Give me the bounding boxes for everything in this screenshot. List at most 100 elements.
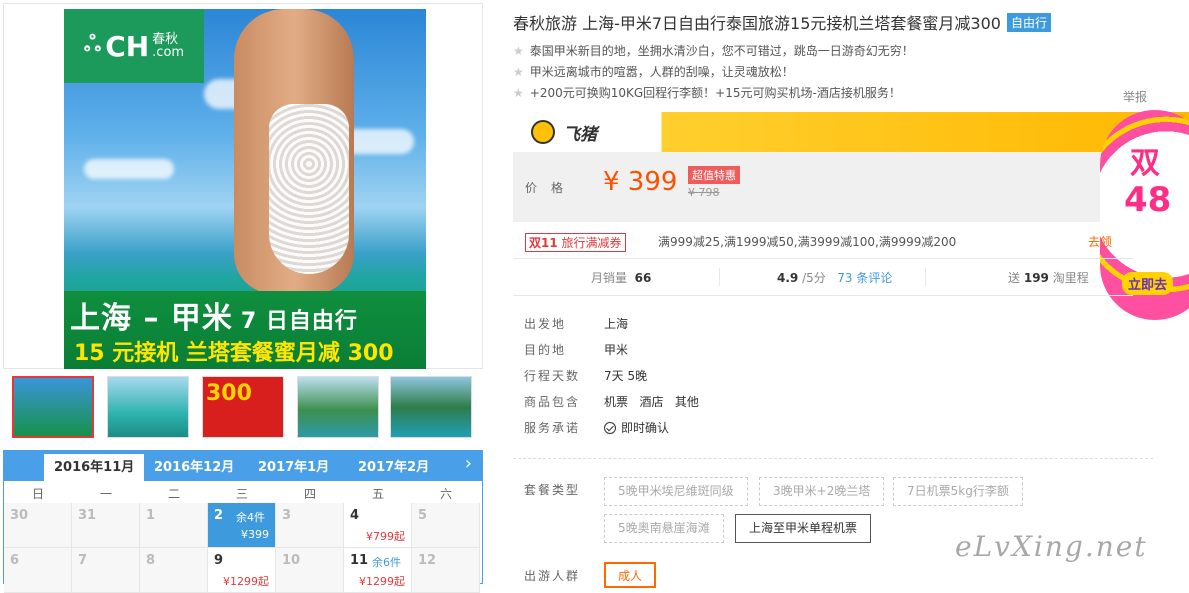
monthly-sales: 月销量 66 bbox=[591, 269, 651, 286]
info-label-service: 服务承诺 bbox=[524, 421, 581, 435]
thumbnail-3-text: 300 bbox=[206, 381, 252, 406]
logo-text: CH bbox=[105, 29, 150, 63]
logo-domain: .com bbox=[152, 45, 185, 60]
feature-text: 泰国甲米新目的地，坐拥水清沙白，您不可错过，跳岛一日游奇幻无穷！ bbox=[529, 44, 914, 58]
brand-logo: ஃ CH 春秋 .com bbox=[64, 9, 204, 83]
calendar-day: 10 bbox=[276, 548, 344, 593]
info-label-destination: 目的地 bbox=[524, 343, 567, 357]
thumbnail-3[interactable]: 300 bbox=[202, 376, 284, 438]
main-product-image[interactable]: ஃ CH 春秋 .com 上海 – 甲米 7 日自由行 15 元接机 兰塔套餐蜜月… bbox=[64, 9, 426, 369]
product-title-text: 春秋旅游 上海-甲米7日自由行泰国旅游15元接机兰塔套餐蜜月减300 bbox=[513, 14, 1001, 33]
day-price: ¥799起 bbox=[366, 530, 405, 543]
day-price: ¥1299起 bbox=[223, 575, 269, 588]
star-icon: ★ bbox=[513, 65, 524, 79]
calendar-day: 31 bbox=[72, 503, 140, 548]
thumbnail-2[interactable] bbox=[107, 376, 189, 438]
chevron-right-icon[interactable]: › bbox=[465, 453, 472, 474]
calendar-day: 12 bbox=[412, 548, 480, 593]
traveler-type-label: 出游人群 bbox=[524, 569, 581, 583]
thumbnail-5[interactable] bbox=[390, 376, 472, 438]
month-tab-2016-12[interactable]: 2016年12月 bbox=[144, 454, 244, 481]
day-number: 2 bbox=[214, 508, 224, 523]
service-text: 即时确认 bbox=[621, 421, 670, 435]
thumbnail-4[interactable] bbox=[297, 376, 379, 438]
month-tab-2017-02[interactable]: 2017年2月 bbox=[348, 454, 439, 481]
mileage-suffix: 淘里程 bbox=[1052, 271, 1089, 285]
traveler-option-adult[interactable]: 成人 bbox=[604, 562, 656, 588]
current-price: ¥ 399 bbox=[603, 167, 678, 197]
reviews-link[interactable]: 73 条评论 bbox=[837, 271, 892, 285]
calendar-day: 7 bbox=[72, 548, 140, 593]
day-number: 9 bbox=[214, 553, 224, 568]
package-option[interactable]: 3晚甲米+2晚兰塔 bbox=[759, 477, 885, 506]
thumbnail-1[interactable] bbox=[12, 376, 94, 438]
month-tab-2016-11[interactable]: 2016年11月 bbox=[44, 454, 145, 481]
package-option[interactable]: 7日机票5kg行李额 bbox=[893, 477, 1023, 506]
sales-label: 月销量 bbox=[591, 271, 628, 285]
feature-item: ★ 泰国甲米新目的地，坐拥水清沙白，您不可错过，跳岛一日游奇幻无穷！ bbox=[513, 42, 914, 59]
info-value-duration: 7天 5晚 bbox=[604, 369, 648, 383]
weekday-header: 日 一 二 三 四 五 六 bbox=[4, 481, 482, 503]
price-badge: 超值特惠 bbox=[688, 166, 740, 184]
swimsuit bbox=[269, 104, 349, 274]
image-banner: 上海 – 甲米 7 日自由行 15 元接机 兰塔套餐蜜月减 300 bbox=[64, 291, 426, 369]
fliggy-logo-icon bbox=[531, 120, 555, 144]
rating-value: 4.9 bbox=[777, 271, 799, 285]
product-title: 春秋旅游 上海-甲米7日自由行泰国旅游15元接机兰塔套餐蜜月减300 自由行 bbox=[513, 10, 1051, 34]
calendar-day: 5 bbox=[412, 503, 480, 548]
original-price: ¥ 798 bbox=[688, 186, 720, 199]
product-stats: 月销量 66 4.9 /5分 73 条评论 送 199 淘里程 bbox=[513, 258, 1133, 296]
package-type-label: 套餐类型 bbox=[524, 483, 581, 497]
promo-line1: 双 bbox=[1130, 146, 1160, 181]
get-coupon-link[interactable]: 去领 bbox=[1088, 233, 1112, 250]
weekday-label: 日 bbox=[31, 487, 44, 501]
calendar-day[interactable]: 9 ¥1299起 bbox=[208, 548, 276, 593]
banner-offer: 15 元接机 兰塔套餐蜜月减 300 bbox=[74, 341, 394, 366]
weekday-label: 二 bbox=[167, 487, 180, 501]
day-number: 5 bbox=[418, 508, 428, 523]
weekday-label: 一 bbox=[99, 487, 112, 501]
info-label-includes: 商品包含 bbox=[524, 395, 581, 409]
weekday-label: 五 bbox=[371, 487, 384, 501]
day-number: 11 bbox=[350, 553, 369, 568]
package-option[interactable]: 5晚甲米埃尼维斑同级 bbox=[604, 477, 748, 506]
day-number: 12 bbox=[418, 553, 437, 568]
day-stock: 余6件 bbox=[372, 556, 401, 569]
day-price: ¥1299起 bbox=[359, 575, 405, 588]
info-value-includes: 机票 酒店 其他 bbox=[604, 395, 699, 409]
price-label: 价格 bbox=[525, 181, 578, 195]
info-value-service: 即时确认 bbox=[604, 419, 669, 436]
day-number: 4 bbox=[350, 508, 360, 523]
watermark: eLvXing.net bbox=[955, 530, 1148, 563]
star-icon: ★ bbox=[513, 44, 524, 58]
month-tab-2017-01[interactable]: 2017年1月 bbox=[248, 454, 339, 481]
rating-max: /5分 bbox=[802, 271, 826, 285]
feature-text: 甲米远离城市的喧嚣，人群的刮噪，让灵魂放松！ bbox=[529, 65, 794, 79]
package-option[interactable]: 5晚奥南悬崖海滩 bbox=[604, 514, 724, 543]
mileage-value: 199 bbox=[1023, 271, 1049, 285]
coupon-tag: 双11 旅行满减券 bbox=[525, 233, 626, 252]
calendar-day[interactable]: 11 余6件 ¥1299起 bbox=[344, 548, 412, 593]
day-number: 10 bbox=[282, 553, 301, 568]
calendar-day: 1 bbox=[140, 503, 208, 548]
check-circle-icon bbox=[604, 422, 616, 434]
product-gallery: ஃ CH 春秋 .com 上海 – 甲米 7 日自由行 15 元接机 兰塔套餐蜜月… bbox=[3, 3, 483, 369]
info-value-departure: 上海 bbox=[604, 317, 629, 331]
calendar-day: 8 bbox=[140, 548, 208, 593]
sales-value: 66 bbox=[634, 271, 652, 285]
package-option-selected[interactable]: 上海至甲米单程机票 bbox=[735, 514, 872, 543]
calendar-day[interactable]: 2 余4件 ¥399 bbox=[208, 503, 276, 548]
info-label-duration: 行程天数 bbox=[524, 369, 581, 383]
coupon-prefix: 双11 bbox=[529, 236, 558, 250]
weekday-label: 四 bbox=[303, 487, 316, 501]
thumbnail-strip: 300 bbox=[12, 376, 482, 440]
calendar-day: 3 bbox=[276, 503, 344, 548]
promo-line3: 必囤好 bbox=[1128, 242, 1182, 263]
calendar-day[interactable]: 4 ¥799起 bbox=[344, 503, 412, 548]
price-panel: 飞猪 价格 ¥ 399 超值特惠 ¥ 798 bbox=[513, 112, 1189, 222]
platform-name: 飞猪 bbox=[563, 125, 597, 145]
info-value-destination: 甲米 bbox=[604, 343, 629, 357]
day-number: 7 bbox=[78, 553, 88, 568]
star-icon: ★ bbox=[513, 86, 524, 100]
feature-item: ★ +200元可换购10KG回程行李额！+15元可购买机场-酒店接机服务！ bbox=[513, 84, 901, 101]
